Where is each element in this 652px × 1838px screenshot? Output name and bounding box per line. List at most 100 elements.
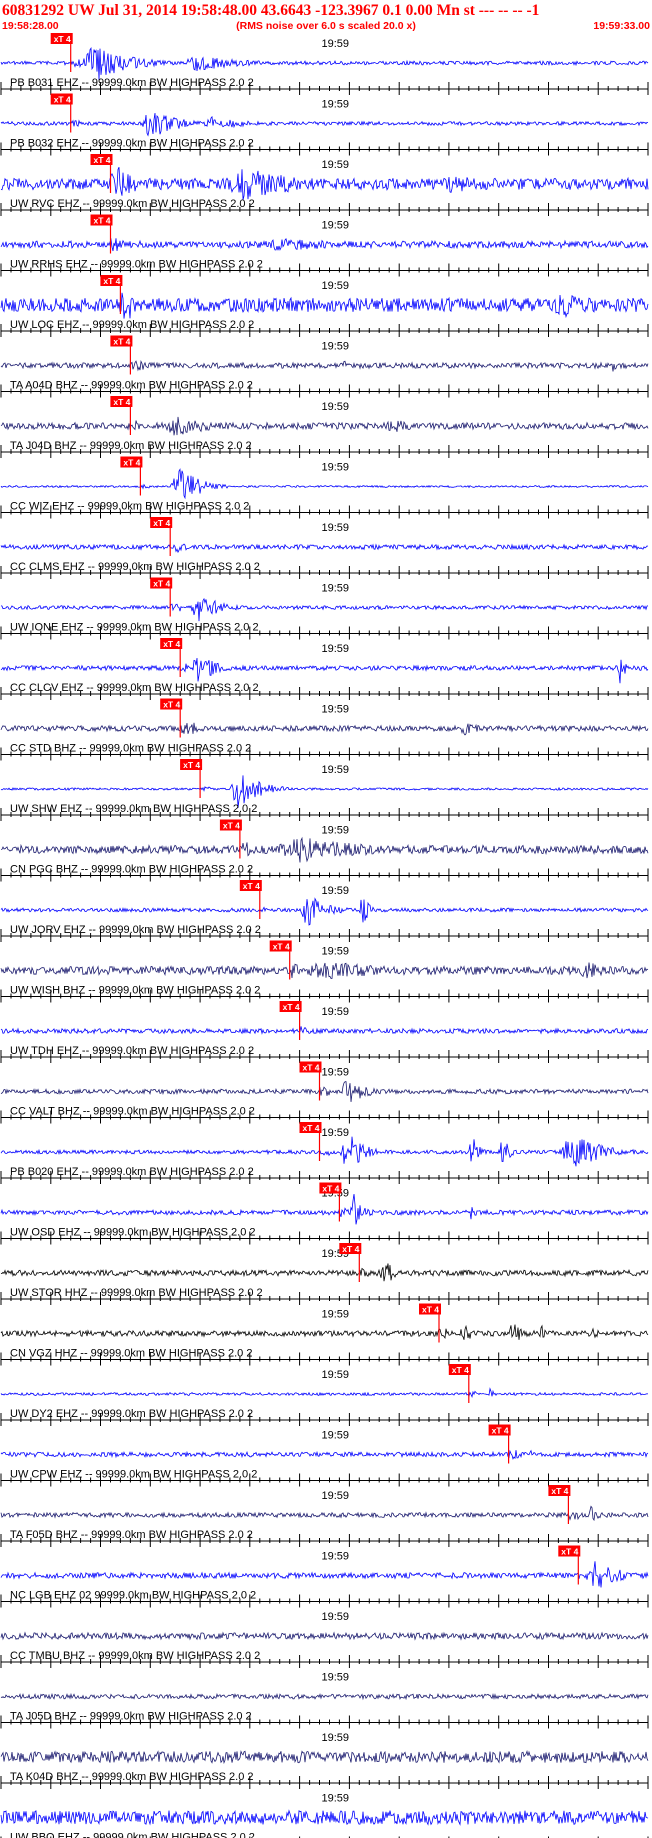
center-time-label: 19:59 — [322, 341, 350, 353]
channel-row: TA F05D BHZ -- 99999.0km BW HIGHPASS 2.0… — [0, 1485, 649, 1547]
channel-label: CC CLMS EHZ -- 99999.0km BW HIGHPASS 2.0… — [10, 561, 260, 573]
channel-row: UW SHW EHZ -- 99999.0km BW HIGHPASS 2.0 … — [0, 759, 649, 821]
channel-label: UW BBO EHZ -- 99999.0km BW HIGHPASS 2.0 … — [10, 1832, 255, 1838]
pick-label: xT 4 — [492, 1426, 509, 1436]
waveform-trace — [0, 1081, 649, 1102]
pick-label: xT 4 — [273, 942, 290, 952]
waveform-trace — [0, 1749, 649, 1765]
pick-label: xT 4 — [342, 1244, 359, 1254]
center-time-label: 19:59 — [322, 522, 350, 534]
channel-row: UW STOR HHZ -- 99999.0km BW HIGHPASS 2.0… — [0, 1243, 649, 1305]
pick-label: xT 4 — [422, 1305, 439, 1315]
center-time-label: 19:59 — [322, 1369, 350, 1381]
channel-label: TA A04D BHZ -- 99999.0km BW HIGHPASS 2.0… — [10, 380, 253, 392]
pick-label: xT 4 — [163, 700, 180, 710]
pick-label: xT 4 — [322, 1184, 339, 1194]
waveform-trace — [0, 1263, 649, 1282]
channel-label: CN VGZ HHZ -- 99999.0km BW HIGHPASS 2.0 … — [10, 1348, 252, 1360]
waveform-trace — [0, 722, 649, 736]
channel-row: PB B020 EHZ -- 99999.0km BW HIGHPASS 2.0… — [0, 1122, 649, 1184]
center-time-label: 19:59 — [322, 643, 350, 655]
channel-label: CC STD BHZ -- 99999.0km BW HIGHPASS 2.0 … — [10, 743, 251, 755]
channel-row: UW RRHS EHZ -- 99999.0km BW HIGHPASS 2.0… — [0, 214, 649, 277]
channel-row: UW DY2 EHZ -- 99999.0km BW HIGHPASS 2.0 … — [0, 1364, 649, 1426]
waveform-trace — [0, 112, 649, 137]
channel-label: TA J05D BHZ -- 99999.0km BW HIGHPASS 2.0… — [10, 1711, 252, 1723]
channel-row: CN VGZ HHZ -- 99999.0km BW HIGHPASS 2.0 … — [0, 1303, 649, 1366]
waveform-trace — [0, 292, 649, 319]
pick-label: xT 4 — [113, 397, 130, 407]
channel-label: UW RVC EHZ -- 99999.0km BW HIGHPASS 2.0 … — [10, 198, 255, 210]
start-time: 19:58:28.00 — [2, 20, 59, 32]
center-time-label: 19:59 — [322, 764, 350, 776]
center-time-label: 19:59 — [322, 704, 350, 716]
channel-row: UW WISH BHZ -- 99999.0km BW HIGHPASS 2.0… — [0, 940, 649, 1003]
channel-label: TA J04D BHZ -- 99999.0km BW HIGHPASS 2.0… — [10, 440, 252, 452]
waveform-trace — [0, 1631, 649, 1641]
center-time-label: 19:59 — [322, 1430, 350, 1442]
channel-label: UW JORV EHZ -- 99999.0km BW HIGHPASS 2.0… — [10, 924, 261, 936]
channel-label: UW DY2 EHZ -- 99999.0km BW HIGHPASS 2.0 … — [10, 1408, 253, 1420]
center-time-label: 19:59 — [322, 1309, 350, 1321]
seismogram-plot: 60831292 UW Jul 31, 2014 19:58:48.00 43.… — [0, 2, 650, 1838]
channel-traces: PB B031 EHZ -- 99999.0km BW HIGHPASS 2.0… — [0, 33, 649, 1838]
center-time-label: 19:59 — [322, 220, 350, 232]
pick-label: xT 4 — [452, 1365, 469, 1375]
waveform-trace — [0, 962, 649, 979]
channel-row: TA J04D BHZ -- 99999.0km BW HIGHPASS 2.0… — [0, 396, 649, 458]
channel-row: UW IONE EHZ -- 99999.0km BW HIGHPASS 2.0… — [0, 577, 649, 640]
channel-row: PB B031 EHZ -- 99999.0km BW HIGHPASS 2.0… — [0, 33, 649, 95]
channel-label: UW STOR HHZ -- 99999.0km BW HIGHPASS 2.0… — [10, 1287, 263, 1299]
center-time-label: 19:59 — [322, 885, 350, 897]
waveform-trace — [0, 836, 649, 863]
waveform-trace — [0, 1387, 649, 1398]
pick-label: xT 4 — [103, 276, 120, 286]
center-time-label: 19:59 — [322, 1551, 350, 1563]
channel-row: UW TDH EHZ -- 99999.0km BW HIGHPASS 2.0 … — [0, 1001, 649, 1063]
channel-row: CC CLMS EHZ -- 99999.0km BW HIGHPASS 2.0… — [0, 517, 649, 579]
channel-label: CC TMBU BHZ -- 99999.0km BW HIGHPASS 2.0… — [10, 1650, 260, 1662]
end-time: 19:59:33.00 — [593, 20, 650, 32]
pick-label: xT 4 — [153, 579, 170, 589]
channel-label: CC VALT BHZ -- 99999.0km BW HIGHPASS 2.0… — [10, 1106, 255, 1118]
waveform-trace — [0, 657, 649, 684]
waveform-trace — [0, 1561, 649, 1588]
channel-row: UW CPW EHZ -- 99999.0km BW HIGHPASS 2.0 … — [0, 1424, 649, 1487]
scale-note: (RMS noise over 6.0 s scaled 20.0 x) — [236, 20, 416, 32]
waveform-trace — [0, 237, 649, 252]
center-time-label: 19:59 — [322, 1006, 350, 1018]
channel-row: TA K04D BHZ -- 99999.0km BW HIGHPASS 2.0… — [0, 1732, 649, 1789]
center-time-label: 19:59 — [322, 1793, 350, 1805]
center-time-label: 19:59 — [322, 462, 350, 474]
channel-row: CN PGC BHZ -- 99999.0km BW HIGHPASS 2.0 … — [0, 819, 649, 882]
pick-label: xT 4 — [243, 881, 260, 891]
channel-label: PB B031 EHZ -- 99999.0km BW HIGHPASS 2.0… — [10, 77, 254, 89]
channel-label: UW CPW EHZ -- 99999.0km BW HIGHPASS 2.0 … — [10, 1469, 257, 1481]
waveform-trace — [0, 897, 649, 926]
pick-label: xT 4 — [94, 216, 111, 226]
pick-label: xT 4 — [113, 337, 130, 347]
channel-label: TA F05D BHZ -- 99999.0km BW HIGHPASS 2.0… — [10, 1529, 253, 1541]
waveform-trace — [0, 1324, 649, 1340]
channel-label: CC WIZ EHZ -- 99999.0km BW HIGHPASS 2.0 … — [10, 501, 249, 513]
channel-row: TA A04D BHZ -- 99999.0km BW HIGHPASS 2.0… — [0, 335, 649, 398]
channel-row: NC LGB EHZ 02 99999.0km BW HIGHPASS 2.0 … — [0, 1545, 649, 1608]
channel-label: PB B032 EHZ -- 99999.0km BW HIGHPASS 2.0… — [10, 138, 254, 150]
channel-label: CC CLCV EHZ -- 99999.0km BW HIGHPASS 2.0… — [10, 682, 259, 694]
channel-row: CC TMBU BHZ -- 99999.0km BW HIGHPASS 2.0… — [0, 1611, 649, 1668]
channel-label: NC LGB EHZ 02 99999.0km BW HIGHPASS 2.0 … — [10, 1590, 256, 1602]
channel-row: CC CLCV EHZ -- 99999.0km BW HIGHPASS 2.0… — [0, 638, 649, 700]
channel-row: UW BBO EHZ -- 99999.0km BW HIGHPASS 2.0 … — [0, 1793, 649, 1838]
waveform-trace — [0, 1449, 649, 1460]
pick-label: xT 4 — [183, 760, 200, 770]
channel-row: CC STD BHZ -- 99999.0km BW HIGHPASS 2.0 … — [0, 698, 649, 761]
pick-label: xT 4 — [283, 1002, 300, 1012]
channel-row: PB B032 EHZ -- 99999.0km BW HIGHPASS 2.0… — [0, 93, 649, 156]
channel-label: CN PGC BHZ -- 99999.0km BW HIGHPASS 2.0 … — [10, 864, 253, 876]
waveform-trace — [0, 1505, 649, 1522]
pick-label: xT 4 — [561, 1547, 578, 1557]
pick-label: xT 4 — [551, 1486, 568, 1496]
channel-label: PB B020 EHZ -- 99999.0km BW HIGHPASS 2.0… — [10, 1166, 254, 1178]
channel-row: UW OSD EHZ -- 99999.0km BW HIGHPASS 2.0 … — [0, 1182, 649, 1245]
pick-label: xT 4 — [303, 1123, 320, 1133]
